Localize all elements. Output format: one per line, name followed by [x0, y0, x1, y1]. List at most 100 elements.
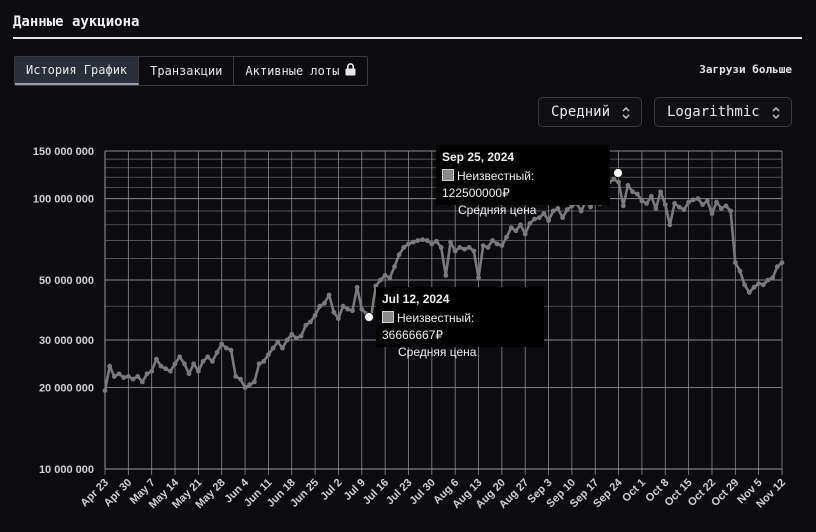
data-point — [718, 206, 724, 211]
data-point — [723, 203, 729, 209]
data-point — [228, 347, 234, 353]
data-point — [140, 379, 145, 385]
data-point — [401, 245, 407, 250]
data-point — [317, 303, 323, 309]
data-point — [177, 354, 183, 360]
data-point — [322, 300, 327, 306]
data-point — [690, 197, 696, 203]
data-point — [513, 228, 519, 234]
tooltip-series: Неизвестный: 36666667₽ — [382, 311, 475, 342]
highlighted-point — [364, 312, 374, 322]
data-point — [695, 196, 701, 202]
data-point — [135, 374, 141, 379]
data-point — [154, 356, 159, 362]
data-point — [611, 176, 617, 182]
data-point — [158, 363, 164, 369]
tooltip-date: Jul 12, 2024 — [382, 292, 450, 306]
data-point — [345, 306, 351, 312]
tooltip-label: Средняя цена — [398, 345, 477, 359]
data-point — [443, 273, 449, 278]
data-point — [415, 238, 421, 243]
price-history-chart: 10 000 000 20 000 000 30 000 000 50 000 000… — [33, 146, 788, 511]
data-point — [382, 273, 388, 278]
tooltip-jul-12: Jul 12, 2024 Неизвестный: 36666667₽ Сред… — [376, 287, 544, 359]
data-point — [756, 281, 762, 286]
series-swatch — [382, 311, 394, 323]
data-point — [359, 306, 365, 312]
data-point — [121, 375, 127, 380]
data-point — [779, 260, 785, 265]
data-point — [630, 189, 635, 195]
data-point — [434, 238, 439, 244]
x-tick-label: Jul 30 — [407, 477, 438, 508]
data-point — [751, 284, 757, 290]
data-point — [732, 260, 738, 265]
data-point — [312, 313, 318, 318]
data-point — [200, 359, 206, 364]
data-point — [144, 371, 150, 377]
data-point — [210, 359, 215, 364]
data-point — [709, 211, 715, 217]
data-point — [219, 341, 225, 347]
data-point — [742, 282, 747, 288]
data-point — [704, 198, 710, 204]
y-tick-label: 20 000 000 — [39, 383, 94, 395]
data-point — [224, 345, 229, 351]
data-point — [508, 225, 514, 231]
x-tick-label: Oct 1 — [620, 477, 648, 505]
data-point — [476, 275, 481, 281]
data-point — [494, 241, 500, 247]
data-point — [149, 368, 155, 374]
y-tick-label: 150 000 000 — [33, 146, 94, 158]
data-point — [420, 237, 425, 243]
data-point — [326, 292, 332, 298]
data-point — [354, 284, 360, 290]
data-point — [686, 199, 691, 205]
data-point — [205, 354, 211, 360]
data-point — [294, 335, 299, 341]
data-point — [620, 203, 626, 209]
data-point — [168, 368, 173, 374]
data-point — [116, 371, 122, 377]
data-point — [238, 376, 243, 382]
data-point — [252, 379, 257, 385]
data-point — [303, 322, 309, 328]
tooltip-date: Sep 25, 2024 — [442, 150, 515, 164]
data-point — [480, 243, 486, 249]
y-tick-label: 10 000 000 — [39, 464, 94, 476]
data-point — [191, 361, 197, 367]
tooltip-series: Неизвестный: 122500000₽ — [442, 169, 535, 200]
series-swatch — [442, 169, 454, 181]
data-point — [280, 345, 285, 351]
data-point — [298, 333, 304, 339]
data-point — [350, 308, 355, 314]
data-point — [256, 361, 262, 367]
x-tick-label: Jul 2 — [318, 477, 344, 503]
data-point — [406, 241, 411, 247]
data-point — [639, 198, 645, 204]
tooltip-sep-25: Sep 25, 2024 Неизвестный: 122500000₽ Сре… — [436, 145, 610, 217]
data-point — [625, 182, 631, 188]
data-point — [331, 309, 337, 315]
data-point — [616, 179, 621, 185]
data-point — [667, 222, 673, 228]
y-tick-label: 50 000 000 — [39, 275, 94, 287]
tooltip-label: Средняя цена — [458, 203, 537, 217]
data-point — [765, 277, 771, 283]
data-point — [275, 339, 281, 345]
data-point — [163, 366, 169, 372]
data-point — [387, 275, 393, 281]
data-point — [289, 331, 295, 337]
data-point — [681, 207, 687, 213]
data-point — [111, 374, 117, 379]
data-point — [266, 352, 271, 357]
data-point — [172, 361, 178, 367]
data-point — [336, 316, 341, 321]
data-point — [308, 319, 313, 325]
data-point — [466, 245, 472, 250]
data-point — [676, 204, 682, 210]
data-point — [448, 239, 453, 245]
y-tick-label: 30 000 000 — [39, 335, 94, 347]
data-point — [462, 246, 467, 252]
data-point — [429, 241, 435, 247]
